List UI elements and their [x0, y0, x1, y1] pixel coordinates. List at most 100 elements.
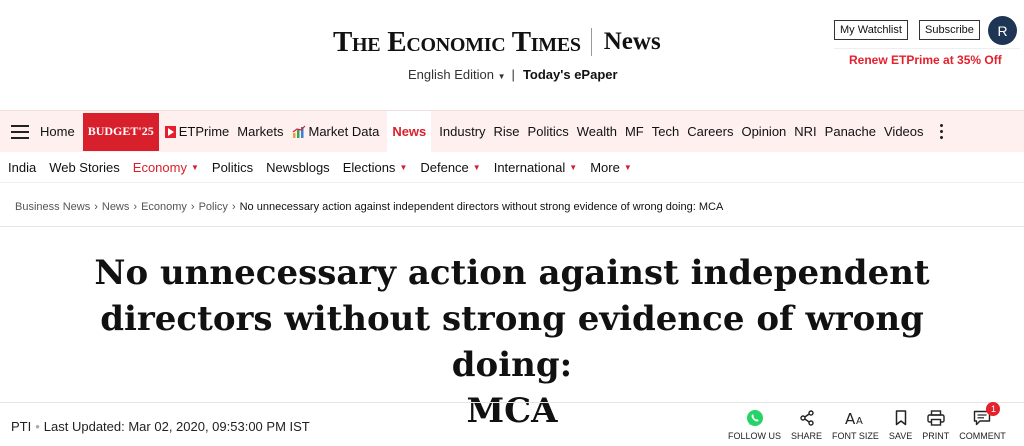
- article-source: PTI: [11, 419, 32, 434]
- caret-down-icon: ▼: [623, 163, 632, 172]
- market-data-icon: [292, 125, 305, 138]
- subnav-label: India: [8, 160, 37, 175]
- primary-nav: Home BUDGET'25 ETPrime Markets Market Da…: [0, 110, 1024, 153]
- nav-item-wealth[interactable]: Wealth: [577, 111, 617, 152]
- follow-us-button[interactable]: FOLLOW US: [728, 408, 781, 441]
- subnav-label: Web Stories: [49, 160, 120, 175]
- breadcrumb-item[interactable]: Policy: [199, 201, 228, 213]
- subnav-label: International: [493, 160, 566, 175]
- share-label: SHARE: [791, 431, 823, 441]
- renew-etprime-link[interactable]: Renew ETPrime at 35% Off: [849, 53, 1002, 67]
- subnav-item-economy[interactable]: Economy ▼: [133, 160, 199, 175]
- subnav-item-politics[interactable]: Politics: [212, 160, 253, 175]
- nav-item-industry[interactable]: Industry: [439, 111, 485, 152]
- caret-down-icon: ▼: [569, 163, 578, 172]
- nav-item-budget[interactable]: BUDGET'25: [82, 112, 159, 151]
- print-label: PRINT: [922, 431, 950, 441]
- font-size-icon: A A: [845, 408, 865, 428]
- logo-divider: [590, 28, 592, 56]
- caret-down-icon: ▼: [497, 72, 506, 81]
- breadcrumb: Business News › News › Economy › Policy › No unn…: [15, 201, 723, 213]
- nav-item-etprime[interactable]: ETPrime: [164, 111, 230, 152]
- subnav-item-india[interactable]: India: [8, 160, 36, 175]
- renew-divider: [834, 48, 1020, 49]
- edition-row: English Edition ▼ | Today's ePaper: [408, 67, 618, 82]
- svg-text:A: A: [845, 410, 856, 426]
- comment-count-badge: 1: [986, 402, 1001, 416]
- nav-item-market-data-label: Market Data: [308, 124, 380, 139]
- edition-selector[interactable]: English Edition ▼: [408, 67, 506, 82]
- nav-item-mf[interactable]: MF: [625, 111, 644, 152]
- comment-button[interactable]: 1 COMMENT: [959, 402, 1006, 441]
- edition-separator: |: [511, 67, 515, 82]
- breadcrumb-item[interactable]: Business News: [15, 201, 90, 213]
- user-avatar[interactable]: R: [988, 16, 1017, 45]
- subnav-label: More: [590, 160, 620, 175]
- print-button[interactable]: PRINT: [922, 408, 949, 441]
- subnav-label: Politics: [211, 160, 254, 175]
- subscribe-button[interactable]: Subscribe: [919, 20, 980, 40]
- etprime-icon: [164, 125, 176, 138]
- breadcrumb-item[interactable]: Economy: [141, 201, 187, 213]
- hamburger-menu-icon[interactable]: [11, 124, 29, 139]
- subnav-item-elections[interactable]: Elections ▼: [343, 160, 408, 175]
- article-byline: PTI • Last Updated: Mar 02, 2020, 09:53:00…: [11, 419, 310, 434]
- nav-item-market-data[interactable]: Market Data: [292, 111, 380, 152]
- breadcrumb-current: No unnecessary action against independen…: [239, 201, 724, 213]
- subnav-item-international[interactable]: International ▼: [494, 160, 577, 175]
- font-size-label: FONT SIZE: [832, 431, 879, 441]
- save-label: SAVE: [888, 431, 913, 441]
- site-logo[interactable]: The Economic Times News: [333, 26, 661, 58]
- headline-line: directors without strong evidence of wro…: [100, 299, 924, 385]
- masthead: The Economic Times News English Edition …: [0, 0, 1024, 108]
- whatsapp-icon: [745, 408, 765, 428]
- epaper-link[interactable]: Today's ePaper: [523, 67, 618, 82]
- article-headline: No unnecessary action against independen…: [62, 250, 962, 434]
- comment-label: COMMENT: [959, 431, 1006, 441]
- nav-item-tech[interactable]: Tech: [652, 111, 679, 152]
- subnav-label: Elections: [342, 160, 396, 175]
- secondary-nav: India Web Stories Economy ▼ Politics News…: [0, 153, 1024, 183]
- font-size-button[interactable]: A A FONT SIZE: [832, 408, 879, 441]
- my-watchlist-button[interactable]: My Watchlist: [834, 20, 908, 40]
- caret-down-icon: ▼: [472, 163, 481, 172]
- headline-line: No unnecessary action against independen…: [94, 253, 930, 293]
- breadcrumb-separator: ›: [190, 201, 195, 213]
- byline-separator: •: [35, 419, 40, 434]
- save-button[interactable]: SAVE: [889, 408, 912, 441]
- last-updated: Last Updated: Mar 02, 2020, 09:53:00 PM …: [43, 419, 310, 434]
- nav-item-panache[interactable]: Panache: [825, 111, 876, 152]
- nav-item-rise[interactable]: Rise: [494, 111, 520, 152]
- subnav-item-defence[interactable]: Defence ▼: [420, 160, 480, 175]
- nav-item-politics[interactable]: Politics: [528, 111, 569, 152]
- breadcrumb-item[interactable]: News: [102, 201, 130, 213]
- edition-label: English Edition: [408, 67, 494, 82]
- divider: [0, 402, 1024, 403]
- nav-item-news[interactable]: News: [387, 110, 432, 153]
- printer-icon: [926, 408, 946, 428]
- bookmark-icon: [891, 408, 911, 428]
- nav-item-nri[interactable]: NRI: [794, 111, 816, 152]
- caret-down-icon: ▼: [399, 163, 408, 172]
- logo-section: News: [603, 28, 661, 55]
- nav-item-videos[interactable]: Videos: [884, 111, 924, 152]
- breadcrumb-separator: ›: [231, 201, 236, 213]
- share-icon: [797, 408, 817, 428]
- nav-item-opinion[interactable]: Opinion: [741, 111, 786, 152]
- follow-us-label: FOLLOW US: [728, 431, 782, 441]
- subnav-label: Defence: [420, 160, 469, 175]
- nav-item-markets[interactable]: Markets: [237, 111, 283, 152]
- more-options-icon[interactable]: [939, 124, 943, 139]
- subnav-item-newsblogs[interactable]: Newsblogs: [266, 160, 330, 175]
- nav-item-home[interactable]: Home: [40, 111, 75, 152]
- nav-item-etprime-label: ETPrime: [178, 124, 230, 139]
- nav-item-careers[interactable]: Careers: [687, 111, 733, 152]
- subnav-item-more[interactable]: More ▼: [590, 160, 632, 175]
- svg-text:A: A: [856, 416, 863, 426]
- article-actions: FOLLOW US SHARE A A FONT SIZE SAVE PRINT…: [728, 402, 1016, 441]
- comment-icon: 1: [972, 402, 1001, 428]
- headline-line: MCA: [466, 391, 558, 431]
- divider: [0, 226, 1024, 227]
- share-button[interactable]: SHARE: [791, 408, 822, 441]
- subnav-item-web-stories[interactable]: Web Stories: [49, 160, 120, 175]
